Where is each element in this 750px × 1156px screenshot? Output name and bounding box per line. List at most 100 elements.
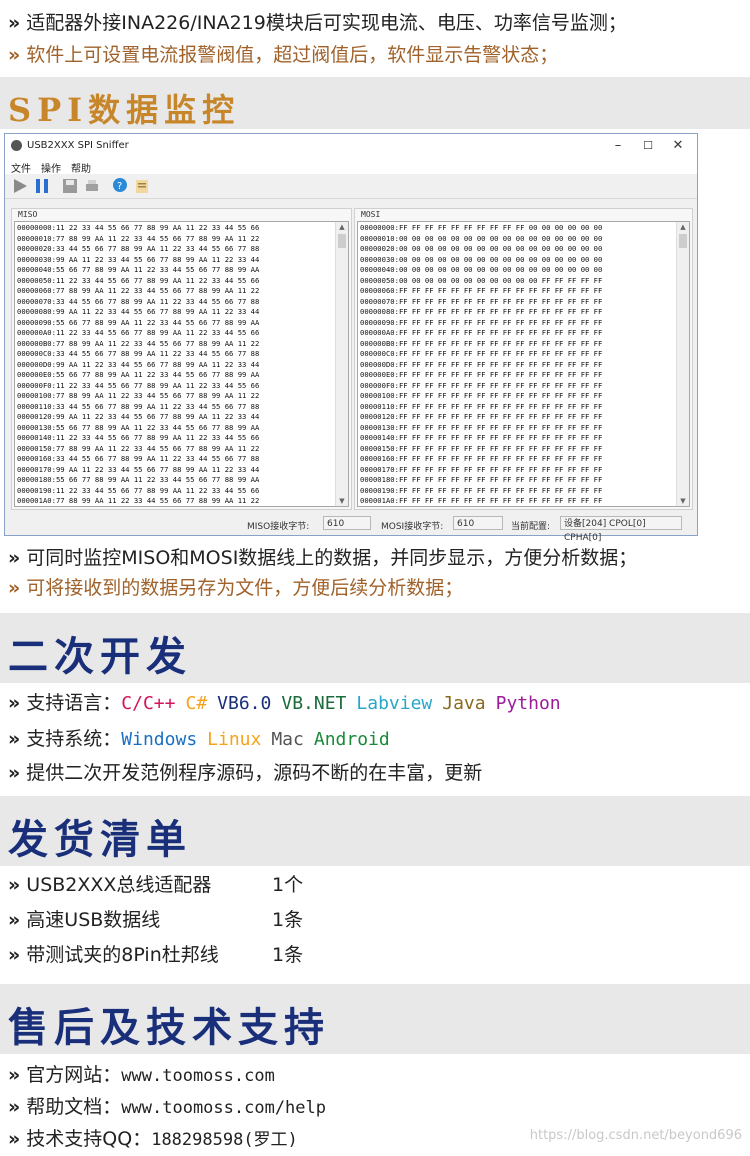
mosi-row: 000000A0:FF FF FF FF FF FF FF FF FF FF F…: [360, 328, 603, 337]
menu-operate[interactable]: 操作: [41, 160, 61, 175]
miso-count-label: MISO接收字节:: [247, 522, 310, 532]
config-field: 设备[204] CPOL[0] CPHA[0]: [560, 516, 682, 543]
mosi-row: 00000150:FF FF FF FF FF FF FF FF FF FF F…: [360, 443, 603, 453]
site-link[interactable]: www.toomoss.com: [121, 1066, 275, 1086]
mosi-row: 00000090:FF FF FF FF FF FF FF FF FF FF F…: [360, 317, 603, 327]
mosi-panel: MOSI 00000000:FF FF FF FF FF FF FF FF FF…: [354, 208, 693, 510]
mosi-row: 000000F0:FF FF FF FF FF FF FF FF FF FF F…: [360, 380, 603, 390]
save-icon[interactable]: [61, 177, 79, 195]
miso-row: 000000B0:77 88 99 AA 11 22 33 44 55 66 7…: [17, 338, 260, 348]
mosi-row: 00000080:FF FF FF FF FF FF FF FF FF FF F…: [360, 307, 603, 316]
scroll-down-icon[interactable]: ▼: [677, 496, 689, 506]
section-banner-support: 售后及技术支持: [0, 984, 750, 1054]
chevron-icon: »: [8, 692, 21, 714]
miso-row: 000000D0:99 AA 11 22 33 44 55 66 77 88 9…: [17, 359, 260, 369]
print-icon[interactable]: [83, 177, 101, 195]
system-tag: Linux: [207, 729, 262, 750]
miso-row: 00000040:55 66 77 88 99 AA 11 22 33 44 5…: [17, 265, 260, 274]
mosi-row: 00000180:FF FF FF FF FF FF FF FF FF FF F…: [360, 475, 603, 484]
mosi-row: 00000030:00 00 00 00 00 00 00 00 00 00 0…: [360, 254, 603, 264]
miso-row: 000000F0:11 22 33 44 55 66 77 88 99 AA 1…: [17, 380, 260, 390]
language-tag: C#: [185, 693, 208, 714]
language-tag: VB6.0: [217, 693, 272, 714]
help-icon[interactable]: ?: [111, 177, 129, 195]
pause-icon[interactable]: [33, 177, 51, 195]
language-line: » 支持语言：C/C++ C# VB6.0 VB.NET Labview Java Pytho…: [8, 690, 571, 717]
maximize-button[interactable]: ☐: [633, 136, 663, 156]
section-banner-dev: 二次开发: [0, 613, 750, 683]
chevron-icon: »: [8, 728, 21, 750]
miso-hex-view[interactable]: 00000000:11 22 33 44 55 66 77 88 99 AA 1…: [14, 221, 349, 507]
mosi-row: 00000070:FF FF FF FF FF FF FF FF FF FF F…: [360, 296, 603, 306]
miso-label: MISO: [18, 210, 38, 219]
ship-item-2: » 高速USB数据线 1条: [8, 909, 304, 931]
miso-row: 00000130:55 66 77 88 99 AA 11 22 33 44 5…: [17, 422, 260, 432]
chevron-icon: »: [8, 1128, 21, 1150]
mosi-hex-view[interactable]: 00000000:FF FF FF FF FF FF FF FF FF FF 0…: [357, 221, 690, 507]
menu-help[interactable]: 帮助: [71, 160, 91, 175]
chevron-icon: »: [8, 577, 21, 599]
mosi-row: 000000C0:FF FF FF FF FF FF FF FF FF FF F…: [360, 349, 603, 358]
miso-row: 00000060:77 88 99 AA 11 22 33 44 55 66 7…: [17, 286, 260, 295]
miso-row: 000000E0:55 66 77 88 99 AA 11 22 33 44 5…: [17, 370, 260, 379]
menu-file[interactable]: 文件: [11, 160, 31, 175]
miso-row: 00000070:33 44 55 66 77 88 99 AA 11 22 3…: [17, 296, 260, 306]
scroll-up-icon[interactable]: ▲: [336, 222, 348, 232]
mosi-row: 00000160:FF FF FF FF FF FF FF FF FF FF F…: [360, 454, 603, 463]
chevron-icon: »: [8, 874, 21, 896]
language-tag: Python: [495, 693, 561, 714]
source-line: » 提供二次开发范例程序源码，源码不断的在丰富，更新: [8, 762, 483, 784]
support-doc-line: » 帮助文档：www.toomoss.com/help: [8, 1096, 326, 1118]
chevron-icon: »: [8, 762, 21, 784]
language-tag: Labview: [356, 693, 433, 714]
support-site-line: » 官方网站：www.toomoss.com: [8, 1064, 275, 1086]
miso-row: 00000160:33 44 55 66 77 88 99 AA 11 22 3…: [17, 454, 260, 463]
scroll-down-icon[interactable]: ▼: [336, 496, 348, 506]
feature-line-2: » 软件上可设置电流报警阀值，超过阀值后，软件显示告警状态；: [8, 44, 559, 66]
mosi-row: 00000040:00 00 00 00 00 00 00 00 00 00 0…: [360, 265, 603, 274]
window-title: USB2XXX SPI Sniffer: [27, 140, 129, 151]
feature-line-1: » 适配器外接INA226/INA219模块后可实现电流、电压、功率信号监测；: [8, 12, 627, 34]
chevron-icon: »: [8, 12, 21, 34]
mosi-row: 00000120:FF FF FF FF FF FF FF FF FF FF F…: [360, 412, 603, 421]
miso-panel: MISO 00000000:11 22 33 44 55 66 77 88 99…: [11, 208, 352, 510]
miso-row: 000000C0:33 44 55 66 77 88 99 AA 11 22 3…: [17, 349, 260, 358]
status-bar: MISO接收字节: 610 MOSI接收字节: 610 当前配置: 设备[204…: [5, 513, 697, 543]
chevron-icon: »: [8, 944, 21, 966]
menu-bar: 文件 操作 帮助: [5, 158, 697, 175]
system-line: » 支持系统：Windows Linux Mac Android: [8, 726, 400, 753]
feature-line-4: » 可将接收到的数据另存为文件，方便后续分析数据；: [8, 577, 464, 599]
miso-row: 00000150:77 88 99 AA 11 22 33 44 55 66 7…: [17, 443, 260, 453]
watermark: https://blog.csdn.net/beyond696: [529, 1128, 742, 1143]
miso-row: 00000020:33 44 55 66 77 88 99 AA 11 22 3…: [17, 244, 260, 253]
mosi-row: 000001A0:FF FF FF FF FF FF FF FF FF FF F…: [360, 496, 603, 505]
mosi-row: 000000E0:FF FF FF FF FF FF FF FF FF FF F…: [360, 370, 603, 379]
scroll-up-icon[interactable]: ▲: [677, 222, 689, 232]
mosi-row: 00000170:FF FF FF FF FF FF FF FF FF FF F…: [360, 464, 603, 474]
system-list: Windows Linux Mac Android: [121, 728, 399, 750]
app-icon: [11, 140, 22, 151]
scroll-thumb[interactable]: [679, 234, 687, 248]
miso-row: 00000030:99 AA 11 22 33 44 55 66 77 88 9…: [17, 254, 260, 264]
mosi-row: 00000100:FF FF FF FF FF FF FF FF FF FF F…: [360, 391, 603, 400]
title-bar[interactable]: USB2XXX SPI Sniffer – ☐ ✕: [5, 134, 697, 158]
mosi-row: 00000020:00 00 00 00 00 00 00 00 00 00 0…: [360, 244, 603, 253]
mosi-row: 00000060:FF FF FF FF FF FF FF FF FF FF F…: [360, 286, 603, 295]
mosi-count-field: 610: [453, 516, 503, 530]
doc-link[interactable]: www.toomoss.com/help: [121, 1098, 326, 1118]
miso-row: 00000080:99 AA 11 22 33 44 55 66 77 88 9…: [17, 307, 260, 316]
close-button[interactable]: ✕: [663, 136, 693, 156]
mosi-row: 00000130:FF FF FF FF FF FF FF FF FF FF F…: [360, 422, 603, 432]
miso-scrollbar[interactable]: ▲ ▼: [335, 222, 348, 506]
scroll-thumb[interactable]: [338, 234, 346, 248]
feature-line-3: » 可同时监控MISO和MOSI数据线上的数据，并同步显示，方便分析数据；: [8, 547, 638, 569]
language-tag: VB.NET: [281, 693, 347, 714]
language-list: C/C++ C# VB6.0 VB.NET Labview Java Python: [121, 692, 570, 714]
qq-number: 188298598(罗工): [151, 1130, 298, 1150]
play-icon[interactable]: [11, 177, 29, 195]
mosi-row: 000000D0:FF FF FF FF FF FF FF FF FF FF F…: [360, 359, 603, 369]
chevron-icon: »: [8, 44, 21, 66]
minimize-button[interactable]: –: [603, 136, 633, 156]
mosi-scrollbar[interactable]: ▲ ▼: [676, 222, 689, 506]
about-icon[interactable]: [133, 177, 151, 195]
